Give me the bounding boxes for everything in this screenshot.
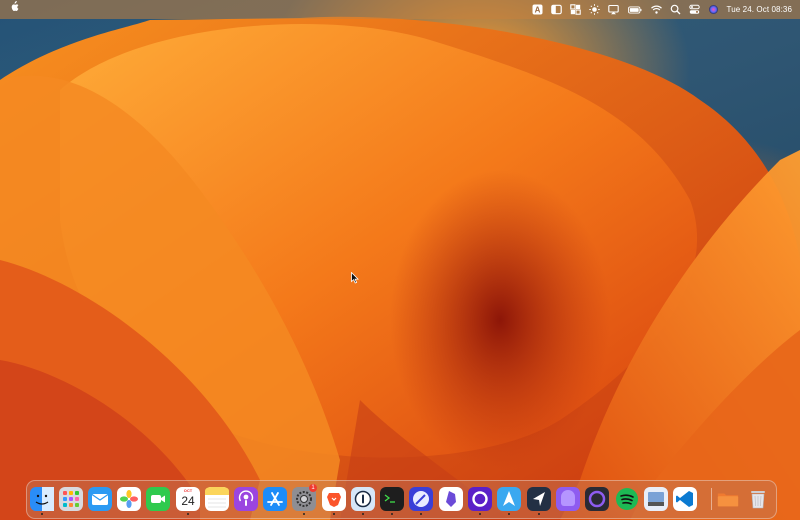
- dock: OCT 24 1: [26, 480, 777, 519]
- preview-icon[interactable]: [644, 487, 668, 511]
- window-layout-icon[interactable]: [566, 0, 585, 19]
- mouse-pointer-icon: [351, 272, 359, 284]
- finder-icon[interactable]: [30, 487, 54, 511]
- mail-icon[interactable]: [88, 487, 112, 511]
- running-indicator: [303, 513, 305, 515]
- running-indicator: [187, 513, 189, 515]
- search-icon[interactable]: [666, 0, 685, 19]
- facetime-icon[interactable]: [146, 487, 170, 511]
- running-indicator: [362, 513, 364, 515]
- safari-icon[interactable]: [409, 487, 433, 511]
- running-indicator: [333, 513, 335, 515]
- spotify-icon[interactable]: [615, 487, 639, 511]
- accessibility-keyboard-icon[interactable]: A: [528, 0, 547, 19]
- running-indicator: [420, 513, 422, 515]
- desktop-wallpaper: [0, 0, 800, 520]
- linear-icon[interactable]: [527, 487, 551, 511]
- raycast-icon[interactable]: [556, 487, 580, 511]
- notification-badge: 1: [309, 484, 317, 492]
- wifi-icon[interactable]: [647, 0, 666, 19]
- brave-icon[interactable]: [322, 487, 346, 511]
- calendar-icon[interactable]: OCT 24: [176, 487, 200, 511]
- trash-icon[interactable]: [746, 487, 770, 511]
- menu-bar: A Tue 24. Oct 08:36: [0, 0, 800, 19]
- svg-text:A: A: [534, 5, 540, 14]
- dock-separator: [711, 488, 712, 510]
- launchpad-icon[interactable]: [59, 487, 83, 511]
- brightness-icon[interactable]: [585, 0, 604, 19]
- onepassword-icon[interactable]: [351, 487, 375, 511]
- calendar-day: 24: [181, 494, 195, 508]
- podcasts-icon[interactable]: [234, 487, 258, 511]
- control-center-icon[interactable]: [685, 0, 704, 19]
- sidebar-icon[interactable]: [547, 0, 566, 19]
- running-indicator: [41, 513, 43, 515]
- testflight-icon[interactable]: [497, 487, 521, 511]
- obsidian-icon[interactable]: [439, 487, 463, 511]
- running-indicator: [391, 513, 393, 515]
- running-indicator: [479, 513, 481, 515]
- running-indicator: [538, 513, 540, 515]
- recorder-icon[interactable]: [585, 487, 609, 511]
- terminal-icon[interactable]: [380, 487, 404, 511]
- siri-icon[interactable]: [704, 0, 723, 19]
- display-mirroring-icon[interactable]: [604, 0, 623, 19]
- battery-icon[interactable]: [623, 0, 647, 19]
- running-indicator: [508, 513, 510, 515]
- calendar-month: OCT: [183, 488, 193, 493]
- photos-icon[interactable]: [117, 487, 141, 511]
- notes-icon[interactable]: [205, 487, 229, 511]
- app-store-icon[interactable]: [263, 487, 287, 511]
- downloads-folder-icon[interactable]: [716, 487, 740, 511]
- apple-logo-icon[interactable]: [10, 0, 19, 19]
- wallpaper-art: [0, 16, 800, 520]
- menubar-clock[interactable]: Tue 24. Oct 08:36: [727, 5, 792, 14]
- arc-icon[interactable]: [468, 487, 492, 511]
- vscode-icon[interactable]: [673, 487, 697, 511]
